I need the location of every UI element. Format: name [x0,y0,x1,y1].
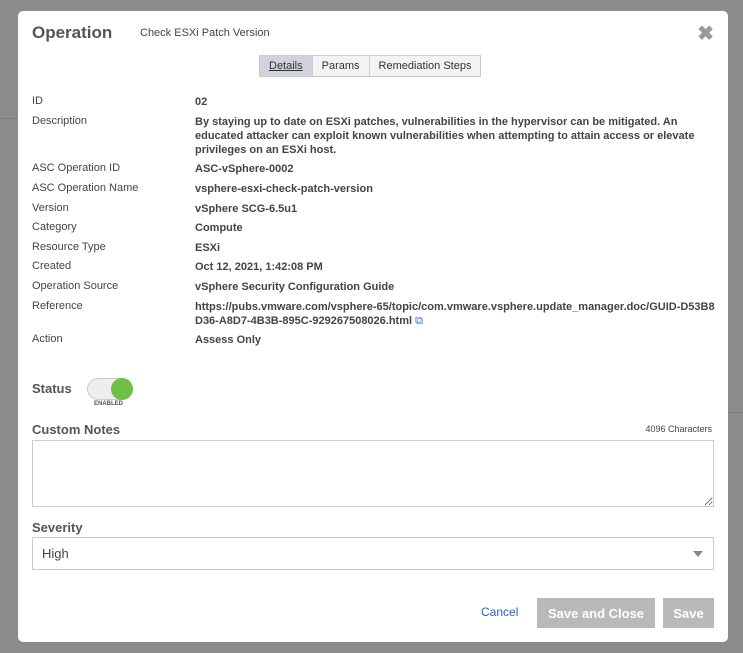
detail-value: By staying up to date on ESXi patches, v… [195,116,695,156]
detail-label: Reference [32,300,83,312]
custom-notes-label: Custom Notes [32,422,121,437]
detail-value: vSphere Security Configuration Guide [195,281,395,293]
severity-label: Severity [32,520,83,535]
detail-value: ASC-vSphere-0002 [195,163,294,175]
custom-notes-input[interactable] [32,440,714,507]
detail-label: Version [32,202,69,214]
detail-value: Assess Only [195,334,262,346]
background-divider [727,412,743,413]
detail-label: Operation Source [32,280,119,292]
severity-value: High [42,546,69,561]
detail-value: Compute [195,222,243,234]
toggle-knob [111,378,133,400]
detail-label: Category [32,221,77,233]
cancel-button[interactable]: Cancel [481,605,518,619]
detail-value: vSphere SCG-6.5u1 [195,203,298,215]
severity-select[interactable]: High [32,537,714,570]
detail-label: ID [32,95,43,107]
status-toggle[interactable] [87,378,133,400]
operation-modal: Operation Check ESXi Patch Version ✖ Det… [18,11,728,642]
detail-label: Created [32,260,72,272]
detail-value: 02 [195,96,208,108]
operation-name: Check ESXi Patch Version [140,27,270,39]
character-limit: 4096 Characters [645,424,712,434]
modal-title: Operation [32,23,113,42]
external-link-icon[interactable]: ⧉ [415,315,423,327]
background-divider [0,118,18,119]
tab-details[interactable]: Details [260,56,312,76]
detail-value: ESXi [195,242,221,254]
detail-value: Oct 12, 2021, 1:42:08 PM [195,261,323,273]
status-state: ENABLED [94,401,124,407]
reference-link[interactable]: https://pubs.vmware.com/vsphere-65/topic… [195,301,715,327]
close-icon[interactable]: ✖ [697,21,714,46]
save-button[interactable]: Save [663,598,714,628]
tab-params[interactable]: Params [311,56,369,76]
detail-label: Resource Type [32,241,106,253]
detail-label: Description [32,115,88,127]
tab-bar: Details Params Remediation Steps [259,55,482,77]
save-and-close-button[interactable]: Save and Close [537,598,655,628]
detail-label: ASC Operation ID [32,162,121,174]
detail-label: Action [32,333,63,345]
detail-label: ASC Operation Name [32,182,139,194]
detail-value: vsphere-esxi-check-patch-version [195,183,373,195]
chevron-down-icon [693,551,703,557]
status-label: Status [32,381,72,396]
tab-remediation-steps[interactable]: Remediation Steps [368,56,481,76]
